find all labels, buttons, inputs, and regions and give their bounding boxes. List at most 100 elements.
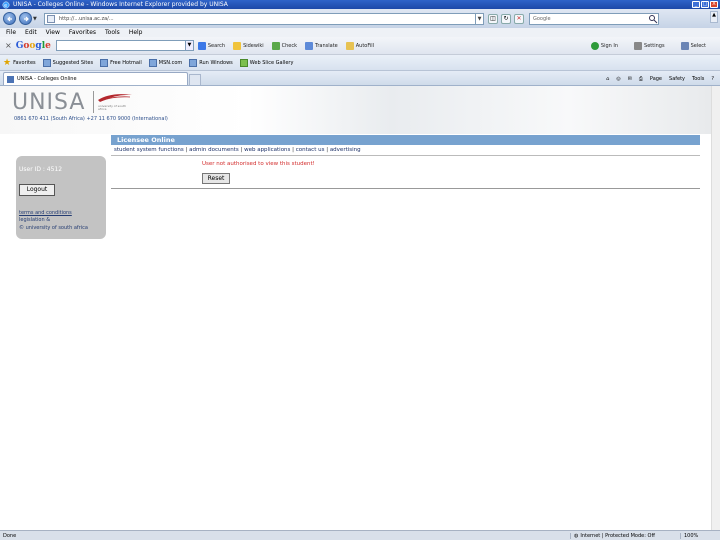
google-search-dropdown-icon[interactable]: ▼	[185, 40, 194, 51]
security-zone[interactable]: ◍ Internet | Protected Mode: Off	[570, 532, 680, 539]
google-autofill-button[interactable]: AutoFill	[345, 41, 374, 50]
nav-advertising[interactable]: advertising	[330, 147, 361, 153]
menu-favorites[interactable]: Favorites	[69, 29, 96, 36]
mail-icon[interactable]: ✉	[628, 76, 632, 82]
nav-contact-us[interactable]: contact us	[296, 147, 325, 153]
page-content: UNISA university of south africa 0861 67…	[0, 86, 711, 530]
unisa-logo: UNISA	[12, 90, 86, 115]
window-title: UNISA - Colleges Online - Windows Intern…	[13, 1, 228, 8]
print-icon[interactable]: ⎙	[639, 76, 643, 82]
fav-web-slice-gallery[interactable]: Web Slice Gallery	[239, 58, 293, 67]
legislation-link[interactable]: legislation &	[19, 217, 50, 223]
status-bar: Done ◍ Internet | Protected Mode: Off 100…	[0, 530, 720, 540]
refresh-icon[interactable]: ↻	[501, 13, 511, 24]
fav-free-hotmail[interactable]: Free Hotmail	[100, 58, 142, 67]
nav-admin-documents[interactable]: admin documents	[189, 147, 239, 153]
favorites-button[interactable]: ★ Favorites	[3, 58, 36, 68]
web-slice-icon	[239, 58, 248, 67]
google-search-button[interactable]: Search	[197, 41, 225, 50]
autofill-icon	[345, 41, 354, 50]
wrench-icon	[634, 41, 643, 50]
help-icon[interactable]: ?	[711, 76, 714, 82]
status-text: Done	[3, 532, 17, 539]
star-icon: ★	[3, 57, 12, 68]
google-sidewiki-button[interactable]: Sidewiki	[233, 41, 264, 50]
forward-arrow-icon	[23, 16, 29, 21]
page-icon	[47, 14, 55, 23]
search-icon[interactable]	[648, 14, 658, 24]
user-id: User ID : 4512	[19, 166, 63, 173]
tools-menu[interactable]: Tools	[692, 76, 704, 82]
svg-text:e: e	[4, 3, 7, 8]
crest-tagline: university of south africa	[98, 104, 127, 111]
google-check-button[interactable]: Check	[271, 41, 297, 50]
translate-icon	[305, 41, 314, 50]
history-dropdown-icon[interactable]: ▼	[33, 16, 39, 22]
scroll-up-icon[interactable]: ▲	[710, 11, 718, 23]
minimize-button[interactable]: _	[692, 1, 700, 8]
close-window-button[interactable]: X	[710, 1, 718, 8]
fav-msn[interactable]: MSN.com	[148, 58, 182, 67]
unisa-crest: university of south africa	[93, 91, 133, 113]
section-title: Licensee Online	[111, 135, 700, 145]
fav-suggested-sites[interactable]: Suggested Sites	[42, 58, 93, 67]
tab-active[interactable]: UNISA - Colleges Online	[3, 72, 188, 85]
address-field[interactable]: http://...unisa.ac.za/... ▼	[44, 12, 484, 25]
menu-help[interactable]: Help	[129, 29, 143, 36]
maximize-button[interactable]: □	[701, 1, 709, 8]
address-row: ▼ http://...unisa.ac.za/... ▼ ◫ ↻ ✕ Goog…	[0, 9, 720, 28]
close-toolbar-icon[interactable]: ×	[5, 41, 12, 50]
google-signin-button[interactable]: Sign In	[590, 41, 618, 50]
reset-button[interactable]: Reset	[202, 173, 230, 184]
sidewiki-icon	[233, 41, 242, 50]
address-url: http://...unisa.ac.za/...	[59, 15, 114, 22]
user-panel: User ID : 4512 Logout terms and conditio…	[16, 156, 106, 239]
terms-link[interactable]: terms and conditions	[19, 210, 72, 216]
tab-title: UNISA - Colleges Online	[17, 76, 77, 82]
home-icon[interactable]: ⌂	[606, 76, 609, 82]
tab-bar: UNISA - Colleges Online ⌂ ◎ ✉ ⎙ Page Saf…	[0, 71, 720, 86]
search-box[interactable]: Google	[529, 12, 659, 25]
google-search-icon	[197, 41, 206, 50]
select-icon	[680, 41, 689, 50]
new-tab-button[interactable]	[189, 74, 201, 85]
google-logo: Google	[15, 40, 51, 51]
stop-icon[interactable]: ✕	[514, 13, 524, 24]
search-placeholder: Google	[533, 15, 551, 22]
site-header: UNISA university of south africa 0861 67…	[0, 86, 711, 134]
back-button[interactable]	[3, 12, 16, 25]
address-dropdown-icon[interactable]: ▼	[475, 13, 483, 24]
google-search-input[interactable]	[55, 40, 186, 51]
google-translate-button[interactable]: Translate	[305, 41, 338, 50]
feeds-icon[interactable]: ◎	[616, 76, 620, 82]
vertical-scrollbar[interactable]	[711, 86, 720, 530]
google-select-button[interactable]: Select	[680, 41, 706, 50]
google-settings-button[interactable]: Settings	[634, 41, 665, 50]
user-icon	[590, 41, 599, 50]
internet-explorer-icon: e	[2, 1, 10, 8]
zoom-level[interactable]: 100%	[680, 532, 720, 539]
safety-menu[interactable]: Safety	[669, 76, 685, 82]
windows-icon	[189, 58, 198, 67]
favorites-bar: ★ Favorites Suggested Sites Free Hotmail …	[0, 55, 720, 71]
menu-view[interactable]: View	[46, 29, 60, 36]
page-menu[interactable]: Page	[650, 76, 662, 82]
top-navigation: student system functions | admin documen…	[114, 147, 361, 153]
content-divider	[111, 188, 700, 189]
contact-phone: 0861 670 411 (South Africa) +27 11 670 9…	[14, 116, 168, 122]
check-icon	[271, 41, 280, 50]
compatibility-view-icon[interactable]: ◫	[488, 13, 498, 24]
menu-tools[interactable]: Tools	[105, 29, 120, 36]
window-title-bar: e UNISA - Colleges Online - Windows Inte…	[0, 0, 720, 9]
menu-file[interactable]: File	[6, 29, 16, 36]
menu-edit[interactable]: Edit	[25, 29, 37, 36]
nav-student-system-functions[interactable]: student system functions	[114, 147, 184, 153]
fav-windows[interactable]: Run Windows	[189, 58, 233, 67]
nav-divider	[111, 155, 700, 156]
copyright-text: © university of south africa	[19, 225, 88, 231]
forward-button[interactable]	[19, 12, 32, 25]
nav-web-applications[interactable]: web applications	[244, 147, 290, 153]
hotmail-icon	[100, 58, 109, 67]
google-toolbar: × Google ▼ Search Sidewiki Check Transla…	[0, 37, 720, 55]
logout-button[interactable]: Logout	[19, 184, 55, 196]
